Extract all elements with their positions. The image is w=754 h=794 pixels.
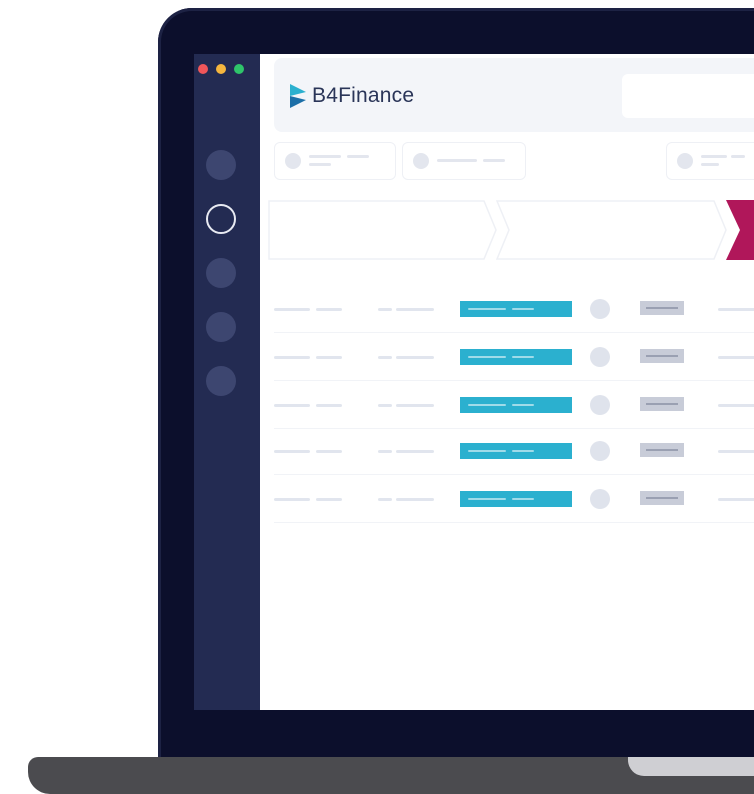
app-sidebar bbox=[194, 54, 260, 710]
brand-name: B4Finance bbox=[312, 84, 415, 107]
cell-line bbox=[274, 404, 310, 407]
chip-line bbox=[437, 159, 477, 162]
cell-line bbox=[316, 308, 342, 311]
avatar bbox=[590, 299, 610, 319]
chip-line bbox=[731, 155, 745, 158]
avatar bbox=[590, 347, 610, 367]
status-badge bbox=[460, 301, 572, 317]
avatar bbox=[590, 395, 610, 415]
status-badge bbox=[460, 491, 572, 507]
laptop-mockup: B4Finance bbox=[0, 0, 754, 794]
laptop-screen: B4Finance bbox=[194, 54, 754, 710]
cell-line bbox=[396, 450, 434, 453]
tag-badge bbox=[640, 443, 684, 457]
table-row[interactable] bbox=[274, 428, 754, 475]
cell-line bbox=[316, 450, 342, 453]
cell-line bbox=[396, 308, 434, 311]
table-row[interactable] bbox=[274, 334, 754, 381]
chip-line bbox=[309, 163, 331, 166]
main-content: B4Finance bbox=[260, 54, 754, 710]
cell-line bbox=[718, 498, 754, 501]
cell-line bbox=[378, 450, 392, 453]
cell-line bbox=[378, 308, 392, 311]
chip-line bbox=[347, 155, 369, 158]
window-close-button[interactable] bbox=[198, 64, 208, 74]
chip-line bbox=[309, 155, 341, 158]
chip-line bbox=[483, 159, 505, 162]
status-badge bbox=[460, 349, 572, 365]
cell-line bbox=[274, 308, 310, 311]
cell-line bbox=[274, 450, 310, 453]
window-maximize-button[interactable] bbox=[234, 64, 244, 74]
cell-line bbox=[718, 356, 754, 359]
cell-line bbox=[396, 404, 434, 407]
cell-line bbox=[316, 356, 342, 359]
avatar bbox=[590, 441, 610, 461]
process-step-2[interactable] bbox=[496, 200, 728, 260]
tag-badge bbox=[640, 491, 684, 505]
sidebar-item-1-icon[interactable] bbox=[206, 150, 236, 180]
laptop-base-notch bbox=[628, 757, 754, 776]
chip-line bbox=[701, 163, 719, 166]
chip-line bbox=[701, 155, 727, 158]
chip-avatar-icon bbox=[413, 153, 429, 169]
chip-avatar-icon bbox=[677, 153, 693, 169]
b4finance-logo-icon bbox=[290, 84, 306, 108]
sidebar-item-2-active-icon[interactable] bbox=[206, 204, 236, 234]
tag-badge bbox=[640, 301, 684, 315]
cell-line bbox=[378, 498, 392, 501]
cell-line bbox=[718, 308, 754, 311]
process-step-3-active[interactable] bbox=[726, 200, 754, 260]
sidebar-item-4-icon[interactable] bbox=[206, 312, 236, 342]
search-input[interactable] bbox=[622, 74, 754, 118]
cell-line bbox=[378, 356, 392, 359]
cell-line bbox=[378, 404, 392, 407]
status-badge bbox=[460, 397, 572, 413]
cell-line bbox=[316, 498, 342, 501]
cell-line bbox=[316, 404, 342, 407]
cell-line bbox=[396, 498, 434, 501]
tag-badge bbox=[640, 397, 684, 411]
cell-line bbox=[396, 356, 434, 359]
filter-chip-3[interactable] bbox=[666, 142, 754, 180]
sidebar-item-5-icon[interactable] bbox=[206, 366, 236, 396]
chip-avatar-icon bbox=[285, 153, 301, 169]
cell-line bbox=[718, 404, 754, 407]
filter-chip-1[interactable] bbox=[274, 142, 396, 180]
cell-line bbox=[274, 356, 310, 359]
app-header: B4Finance bbox=[274, 58, 754, 132]
table-row[interactable] bbox=[274, 286, 754, 333]
filter-chip-2[interactable] bbox=[402, 142, 526, 180]
avatar bbox=[590, 489, 610, 509]
tag-badge bbox=[640, 349, 684, 363]
brand-logo[interactable]: B4Finance bbox=[288, 78, 414, 114]
cell-line bbox=[274, 498, 310, 501]
process-step-1[interactable] bbox=[268, 200, 498, 260]
table-row[interactable] bbox=[274, 382, 754, 429]
sidebar-item-3-icon[interactable] bbox=[206, 258, 236, 288]
window-minimize-button[interactable] bbox=[216, 64, 226, 74]
cell-line bbox=[718, 450, 754, 453]
table-row[interactable] bbox=[274, 476, 754, 523]
status-badge bbox=[460, 443, 572, 459]
